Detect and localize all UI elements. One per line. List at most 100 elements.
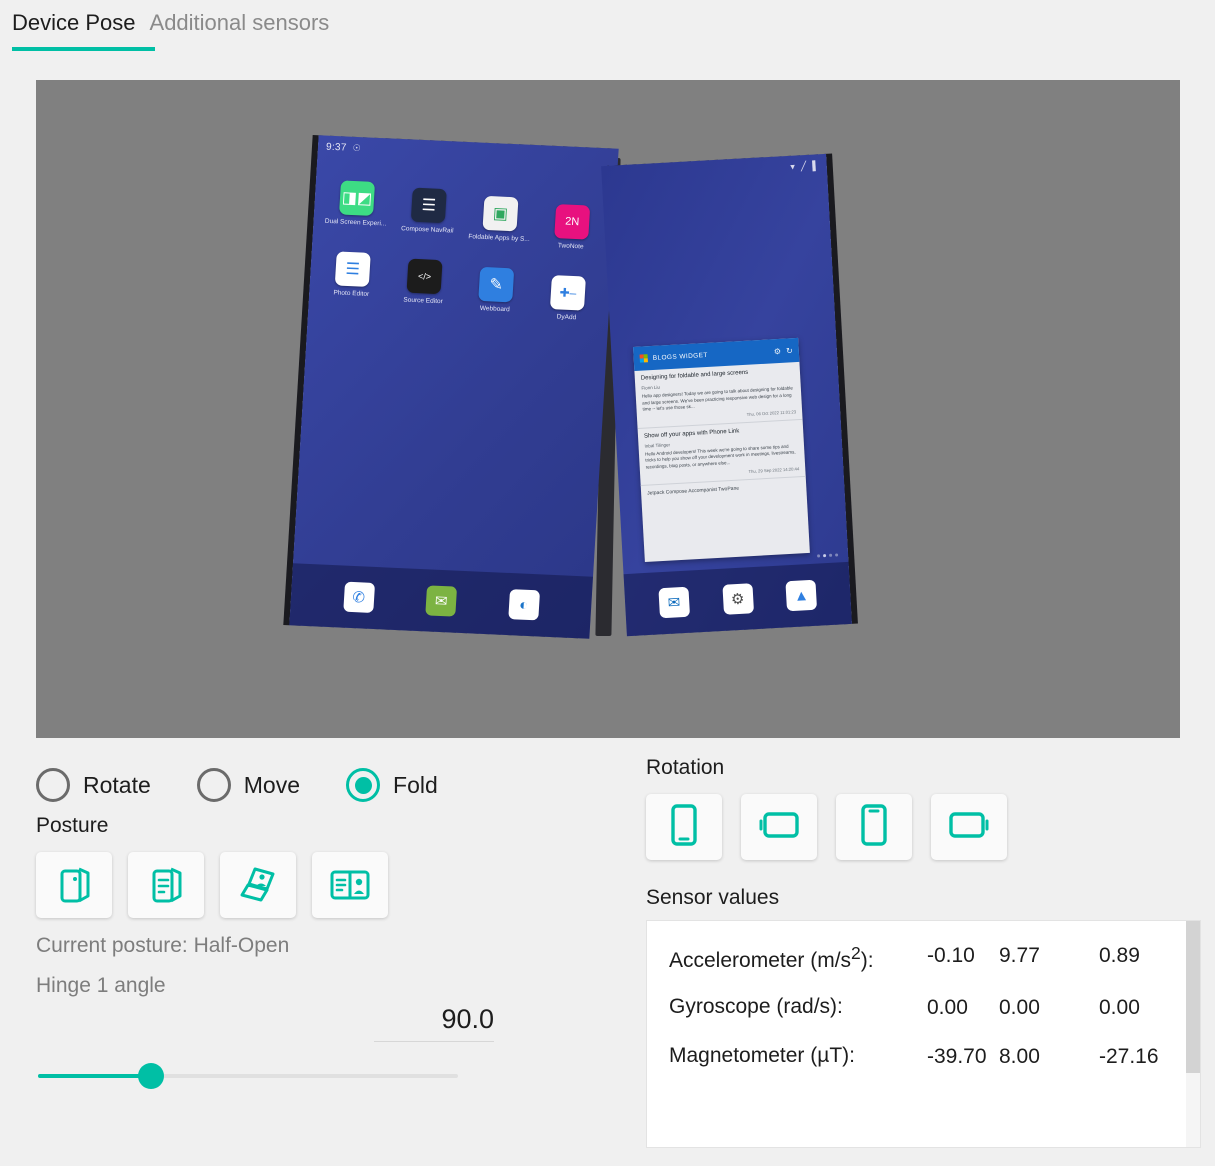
- app-label: Photo Editor: [333, 289, 369, 298]
- sensor-value-x: 0.00: [927, 995, 999, 1022]
- sensor-value-z: 0.89: [1099, 943, 1199, 970]
- settings-icon[interactable]: ⚙: [722, 583, 754, 615]
- app-label: Webboard: [480, 305, 510, 313]
- signal-icon: ╱: [801, 160, 807, 171]
- widget-title: BLOGS WIDGET: [653, 348, 770, 361]
- tab-device-pose[interactable]: Device Pose: [12, 0, 150, 48]
- dual-screen-experience-icon: ◨◩: [339, 180, 375, 216]
- radio-label: Fold: [393, 772, 438, 799]
- right-screen: ▾ ╱ ▌ BLOGS WIDGET ⚙ ↻ Designing for fol…: [601, 154, 852, 636]
- posture-closed-button[interactable]: [36, 852, 112, 918]
- contacts-icon: ☉: [352, 142, 361, 153]
- hinge-slider-row: 90.0: [36, 1004, 626, 1099]
- sensor-row: Magnetometer (µT): -39.70 8.00 -27.16: [669, 1044, 1178, 1071]
- wifi-icon: ▾: [790, 161, 795, 172]
- app-label: Foldable Apps by S...: [468, 233, 530, 243]
- rotate-landscape-left-button[interactable]: [741, 794, 817, 860]
- foldable-device-render[interactable]: 9:37 ☉ ◨◩ Dual Screen Experi... ☰ Compos…: [304, 132, 864, 652]
- settings-gear-icon[interactable]: ⚙: [774, 346, 782, 355]
- app-item[interactable]: 2N TwoNote: [535, 203, 610, 251]
- hinge-slider[interactable]: [38, 1074, 458, 1078]
- posture-open-button[interactable]: [312, 852, 388, 918]
- sensor-value-y: 9.77: [999, 943, 1099, 970]
- phone-icon[interactable]: ✆: [343, 582, 375, 613]
- device-tent-laptop-icon: [237, 865, 279, 905]
- compose-navrail-icon: ☰: [411, 188, 447, 224]
- app-item[interactable]: ▣ Foldable Apps by S...: [463, 195, 538, 248]
- rotate-reverse-portrait-button[interactable]: [836, 794, 912, 860]
- messages-icon[interactable]: ✉: [425, 585, 457, 616]
- app-label: Compose NavRail: [401, 225, 454, 234]
- radio-circle-selected-icon: [346, 768, 380, 802]
- device-half-open-icon: [148, 865, 184, 905]
- tab-bar: Device Pose Additional sensors: [0, 0, 1215, 55]
- sensor-row: Gyroscope (rad/s): 0.00 0.00 0.00: [669, 995, 1178, 1022]
- rotation-label: Rotation: [646, 756, 1201, 780]
- sensor-panel-scrollbar[interactable]: [1186, 921, 1200, 1148]
- sensor-value-x: -39.70: [927, 1044, 999, 1071]
- scrollbar-thumb[interactable]: [1186, 921, 1200, 1073]
- app-label: DyAdd: [556, 313, 576, 321]
- app-item[interactable]: </> Source Editor: [386, 258, 461, 316]
- foldable-apps-icon: ▣: [482, 196, 518, 232]
- sensor-table: Accelerometer (m/s2): -0.10 9.77 0.89 Gy…: [647, 921, 1178, 1071]
- posture-tent-button[interactable]: [220, 852, 296, 918]
- pose-controls-column: Rotate Move Fold Posture: [36, 758, 626, 1099]
- edge-browser-icon[interactable]: ◐: [508, 589, 540, 620]
- rotate-portrait-button[interactable]: [646, 794, 722, 860]
- right-dock: ✉ ⚙ ▲: [624, 562, 852, 636]
- radio-label: Move: [244, 772, 300, 799]
- sensor-values-panel[interactable]: Accelerometer (m/s2): -0.10 9.77 0.89 Gy…: [646, 920, 1201, 1148]
- sensor-name: Accelerometer (m/s2):: [669, 943, 927, 973]
- blogs-widget[interactable]: BLOGS WIDGET ⚙ ↻ Designing for foldable …: [633, 338, 810, 562]
- photo-editor-icon: ☰: [335, 251, 371, 287]
- controls-area: Rotate Move Fold Posture: [0, 748, 1215, 1166]
- left-status-bar: 9:37 ☉: [317, 135, 618, 171]
- battery-icon: ▌: [812, 160, 819, 170]
- source-editor-icon: </>: [407, 259, 443, 295]
- device-pose-viewport[interactable]: 9:37 ☉ ◨◩ Dual Screen Experi... ☰ Compos…: [36, 80, 1180, 738]
- app-item[interactable]: ✚– DyAdd: [530, 274, 605, 322]
- widget-post[interactable]: Designing for foldable and large screens…: [634, 362, 802, 429]
- phone-reverse-portrait-icon: [859, 803, 889, 852]
- app-label: Dual Screen Experi...: [325, 218, 387, 228]
- app-label: Source Editor: [403, 296, 443, 305]
- phone-portrait-icon: [669, 803, 699, 852]
- posture-half-open-button[interactable]: [128, 852, 204, 918]
- sensor-values-label: Sensor values: [646, 886, 1201, 910]
- sensor-value-z: -27.16: [1099, 1044, 1199, 1071]
- gallery-icon[interactable]: ▲: [786, 580, 818, 612]
- mode-radio-group: Rotate Move Fold: [36, 758, 626, 812]
- app-item[interactable]: ◨◩ Dual Screen Experi...: [319, 180, 395, 242]
- refresh-icon[interactable]: ↻: [786, 346, 793, 355]
- sensor-name: Gyroscope (rad/s):: [669, 995, 927, 1019]
- radio-move[interactable]: Move: [197, 768, 300, 802]
- widget-post[interactable]: Show off your apps with Phone Link Inbal…: [638, 419, 806, 486]
- app-item[interactable]: ☰ Photo Editor: [314, 251, 390, 313]
- outlook-icon[interactable]: ✉: [658, 587, 690, 619]
- radio-circle-icon: [36, 768, 70, 802]
- slider-thumb[interactable]: [138, 1063, 164, 1089]
- phone-landscape-right-icon: [947, 809, 991, 846]
- rotation-sensors-column: Rotation: [646, 754, 1201, 1148]
- sensor-value-x: -0.10: [927, 943, 999, 970]
- posture-button-group: [36, 852, 626, 918]
- current-posture-text: Current posture: Half-Open: [36, 934, 626, 958]
- radio-fold[interactable]: Fold: [346, 768, 438, 802]
- post-body: Hello app designers! Today we are going …: [642, 385, 796, 413]
- rotation-button-group: [646, 794, 1201, 860]
- radio-rotate[interactable]: Rotate: [36, 768, 151, 802]
- slider-fill: [38, 1074, 151, 1078]
- app-item[interactable]: ☰ Compose NavRail: [391, 187, 466, 245]
- sensor-value-z: 0.00: [1099, 995, 1199, 1022]
- active-tab-indicator: [12, 47, 155, 51]
- right-status-bar: ▾ ╱ ▌: [601, 154, 827, 188]
- hinge-value-field[interactable]: 90.0: [374, 1004, 494, 1042]
- twonote-icon: 2N: [554, 204, 590, 240]
- tab-additional-sensors[interactable]: Additional sensors: [150, 0, 344, 48]
- phone-landscape-left-icon: [757, 809, 801, 846]
- app-item[interactable]: ✎ Webboard: [458, 266, 533, 319]
- home-page-indicator: [817, 553, 838, 557]
- sensor-value-y: 8.00: [999, 1044, 1099, 1071]
- rotate-reverse-landscape-button[interactable]: [931, 794, 1007, 860]
